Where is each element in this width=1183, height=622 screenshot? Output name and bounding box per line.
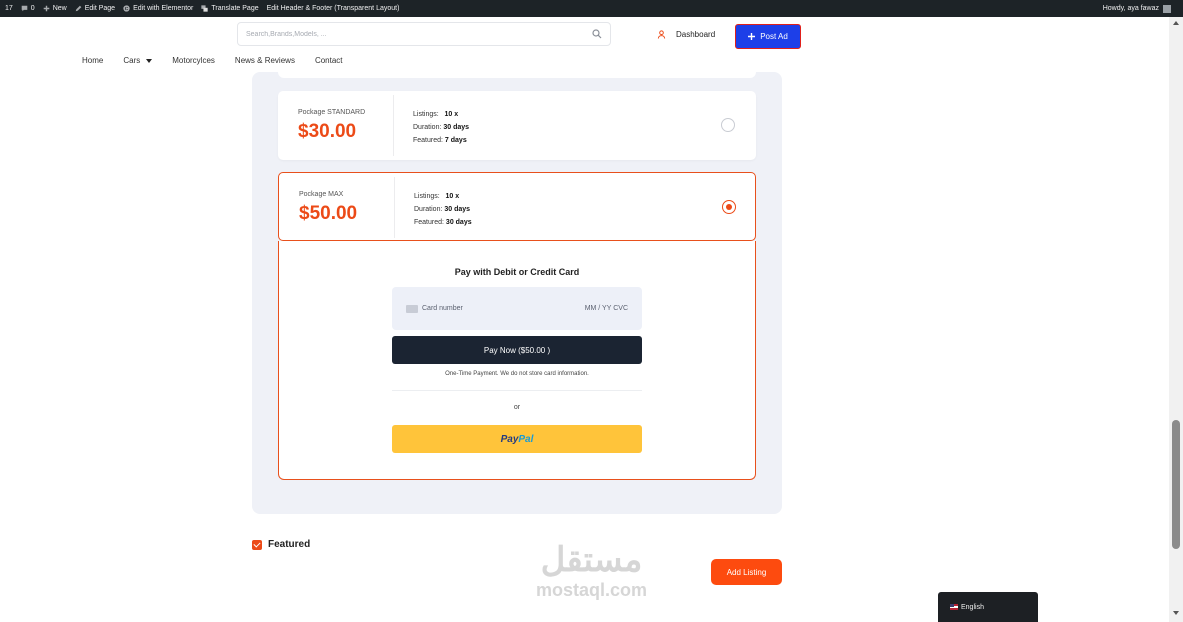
- us-flag-icon: [950, 604, 958, 610]
- divider: [394, 177, 395, 238]
- scroll-down-icon[interactable]: [1173, 611, 1179, 615]
- nav-label: Cars: [123, 56, 141, 65]
- package-name: Pockage MAX: [299, 191, 344, 198]
- nav-item-cars[interactable]: Cars: [123, 56, 153, 65]
- featured-label: Featured: [268, 539, 311, 550]
- pencil-icon: [75, 5, 82, 12]
- listings-label: Listings:: [414, 193, 440, 200]
- edit-page-label: Edit Page: [84, 5, 116, 12]
- nav-item-home[interactable]: Home: [82, 56, 103, 65]
- post-ad-button[interactable]: Post Ad: [735, 24, 801, 49]
- nav-label: Home: [82, 56, 104, 65]
- duration-label: Duration:: [413, 124, 442, 131]
- plus-icon: [43, 5, 50, 12]
- admin-account[interactable]: Howdy, aya fawaz: [1103, 0, 1171, 17]
- nav-item-news-reviews[interactable]: News & Reviews: [235, 56, 295, 65]
- paypal-logo-pay: Pay: [500, 433, 519, 445]
- featured-label: Featured:: [414, 219, 444, 226]
- updates-count: 17: [5, 5, 13, 12]
- avatar: [1163, 4, 1171, 13]
- nav-label: Motorcylces: [172, 56, 215, 65]
- divider: [393, 95, 394, 156]
- package-card-standard[interactable]: Pockage STANDARD $30.00 Listings: 10 x D…: [278, 91, 756, 160]
- admin-header-footer[interactable]: Edit Header & Footer (Transparent Layout…: [267, 5, 400, 12]
- listings-value: 10 x: [445, 193, 460, 200]
- listings-label: Listings:: [413, 111, 439, 118]
- nav-label: News & Reviews: [234, 56, 295, 65]
- admin-translate[interactable]: Translate Page: [201, 5, 259, 12]
- dashboard-link[interactable]: Dashboard: [657, 30, 715, 39]
- watermark-arabic: مستقل: [540, 541, 643, 579]
- package-price: $30.00: [298, 121, 357, 142]
- header-footer-label: Edit Header & Footer (Transparent Layout…: [266, 5, 400, 12]
- elementor-icon: [123, 5, 130, 12]
- language-label: English: [961, 603, 984, 611]
- credit-card-icon: [406, 304, 418, 313]
- watermark: مستقل mostaql.com: [519, 540, 664, 600]
- scrollbar[interactable]: [1169, 17, 1183, 622]
- admin-elementor[interactable]: Edit with Elementor: [123, 5, 193, 12]
- featured-label: Featured:: [413, 137, 443, 144]
- package-card-partial: [278, 72, 756, 78]
- translate-label: Translate Page: [211, 5, 259, 12]
- translate-icon: [201, 5, 209, 12]
- post-ad-label: Post Ad: [760, 32, 788, 41]
- admin-bar: 17 0 New Edit Page Edit with Elementor T…: [0, 0, 1183, 17]
- duration-label: Duration:: [414, 206, 443, 213]
- plus-icon: [748, 33, 756, 40]
- nav-label: Contact: [314, 56, 343, 65]
- caret-down-icon: [146, 58, 153, 63]
- elementor-label: Edit with Elementor: [133, 5, 194, 12]
- package-specs: Listings: 10 x Duration: 30 days Feature…: [414, 190, 472, 229]
- main-nav: Home Cars Motorcylces News & Reviews Con…: [82, 56, 363, 65]
- pay-now-button[interactable]: Pay Now ($50.00 ): [392, 336, 642, 364]
- admin-new[interactable]: New: [43, 5, 67, 12]
- comments-count: 0: [30, 5, 35, 12]
- howdy-label: Howdy, aya fawaz: [1102, 5, 1159, 12]
- package-name: Pockage STANDARD: [298, 109, 366, 116]
- pay-now-label: Pay Now ($50.00 ): [483, 345, 551, 355]
- user-icon: [657, 30, 666, 39]
- duration-value: 30 days: [444, 206, 471, 213]
- add-listing-button[interactable]: Add Listing: [711, 559, 782, 585]
- dashboard-label: Dashboard: [676, 30, 716, 39]
- featured-value: 30 days: [445, 219, 472, 226]
- watermark-latin: mostaql.com: [535, 580, 648, 600]
- language-switcher[interactable]: English: [938, 592, 1038, 622]
- admin-updates[interactable]: 17: [5, 5, 13, 12]
- card-number-field[interactable]: Card number MM / YY CVC: [392, 287, 642, 330]
- search-bar: [237, 22, 611, 46]
- add-listing-label: Add Listing: [726, 567, 767, 577]
- featured-checkbox-row[interactable]: Featured: [252, 539, 310, 550]
- search-input[interactable]: [246, 30, 592, 38]
- nav-item-contact[interactable]: Contact: [315, 56, 343, 65]
- new-label: New: [52, 5, 67, 12]
- listings-value: 10 x: [444, 111, 459, 118]
- package-card-max[interactable]: Pockage MAX $50.00 Listings: 10 x Durati…: [278, 172, 756, 241]
- scroll-up-icon[interactable]: [1173, 21, 1179, 25]
- duration-value: 30 days: [443, 124, 470, 131]
- package-radio[interactable]: [721, 118, 735, 132]
- divider: [392, 390, 642, 391]
- card-number-placeholder: Card number: [422, 305, 463, 312]
- package-radio-selected[interactable]: [722, 200, 736, 214]
- payment-title: Pay with Debit or Credit Card: [454, 267, 580, 277]
- paypal-button[interactable]: Pay Pal: [392, 425, 642, 453]
- expiry-cvc-placeholder: MM / YY CVC: [584, 305, 628, 312]
- comment-icon: [21, 5, 28, 12]
- featured-value: 7 days: [444, 137, 467, 144]
- scrollbar-thumb[interactable]: [1172, 420, 1180, 549]
- or-separator: or: [513, 404, 521, 411]
- featured-checkbox[interactable]: [252, 539, 262, 550]
- package-specs: Listings: 10 x Duration: 30 days Feature…: [413, 108, 469, 147]
- paypal-logo-pal: Pal: [518, 433, 534, 445]
- admin-comments[interactable]: 0: [21, 5, 35, 12]
- search-icon[interactable]: [592, 29, 602, 39]
- nav-item-motorcycles[interactable]: Motorcylces: [172, 56, 215, 65]
- payment-note: One-Time Payment. We do not store card i…: [445, 371, 589, 377]
- package-price: $50.00: [299, 203, 358, 224]
- admin-edit-page[interactable]: Edit Page: [75, 5, 115, 12]
